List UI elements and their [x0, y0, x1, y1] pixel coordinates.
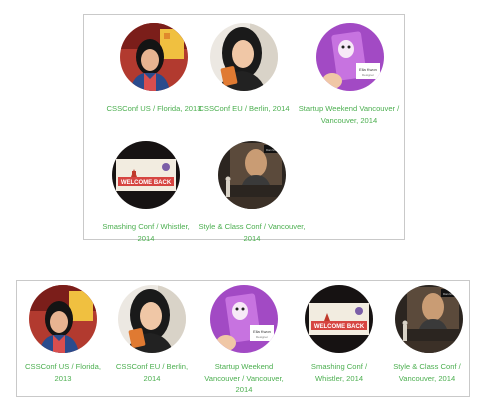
photo-style-class-conf[interactable]: Dan Mall: [218, 141, 286, 209]
conference-card[interactable]: Dan Mall Style & Class Conf / Vancouver,…: [385, 285, 469, 393]
screen-name-text: Dan Mall: [266, 148, 278, 152]
photo-startup-weekend[interactable]: Ella Kwon Designer: [316, 23, 384, 91]
conference-card[interactable]: Ella Kwon Designer Startup Weekend Vanco…: [294, 23, 404, 133]
caption[interactable]: Smashing Conf / Whistler, 2014: [96, 221, 196, 244]
caption[interactable]: Smashing Conf / Whistler, 2014: [297, 361, 381, 384]
photo-speaker-stage: Dan Mall: [395, 285, 463, 353]
photo-woman-smiling: [120, 23, 188, 91]
conference-card[interactable]: Ella Kwon Designer Startup Weekend Vanco…: [199, 285, 289, 397]
photo-welcome-slide: WELCOME BACK: [305, 285, 373, 353]
welcome-slide-text: WELCOME BACK: [121, 180, 172, 186]
card-sub-text: Designer: [256, 335, 268, 339]
screen-name-text: Dan Mall: [443, 292, 455, 296]
gallery-panel-grid: CSSConf US / Florida, 2013 CSSConf EU / …: [83, 14, 405, 243]
gallery-panel-row: CSSConf US / Florida, 2013 CSSConf EU / …: [16, 280, 470, 397]
caption[interactable]: CSSConf US / Florida, 2013: [104, 103, 204, 115]
photo-speaker-stage: Dan Mall: [218, 141, 286, 209]
caption[interactable]: Style & Class Conf / Vancouver, 2014: [194, 221, 310, 244]
caption[interactable]: Startup Weekend Vancouver / Vancouver, 2…: [199, 361, 289, 396]
caption[interactable]: Style & Class Conf / Vancouver, 2014: [385, 361, 469, 384]
photo-woman-holding-card: [210, 23, 278, 91]
photo-woman-smiling: [29, 285, 97, 353]
photo-purple-card: Ella Kwon Designer: [210, 285, 278, 353]
caption[interactable]: CSSConf EU / Berlin, 2014: [194, 103, 294, 115]
caption[interactable]: Startup Weekend Vancouver / Vancouver, 2…: [294, 103, 404, 126]
conference-card[interactable]: Dan Mall Style & Class Conf / Vancouver,…: [194, 141, 310, 243]
photo-cssconf-eu[interactable]: [118, 285, 186, 353]
conference-card[interactable]: CSSConf EU / Berlin, 2014: [194, 23, 294, 127]
welcome-slide-text: WELCOME BACK: [314, 324, 365, 330]
card-name-text: Ella Kwon: [253, 329, 271, 334]
photo-style-class-conf[interactable]: Dan Mall: [395, 285, 463, 353]
photo-smashing-conf[interactable]: WELCOME BACK: [112, 141, 180, 209]
photo-smashing-conf[interactable]: WELCOME BACK: [305, 285, 373, 353]
conference-card[interactable]: WELCOME BACK Smashing Conf / Whistler, 2…: [297, 285, 381, 393]
conference-card[interactable]: CSSConf EU / Berlin, 2014: [110, 285, 194, 393]
card-name-text: Ella Kwon: [359, 67, 377, 72]
photo-purple-card: Ella Kwon Designer: [316, 23, 384, 91]
photo-cssconf-us[interactable]: [120, 23, 188, 91]
caption[interactable]: CSSConf US / Florida, 2013: [21, 361, 105, 384]
conference-card[interactable]: CSSConf US / Florida, 2013: [21, 285, 105, 393]
card-sub-text: Designer: [362, 73, 374, 77]
photo-woman-holding-card: [118, 285, 186, 353]
conference-card[interactable]: CSSConf US / Florida, 2013: [104, 23, 204, 127]
photo-cssconf-us[interactable]: [29, 285, 97, 353]
conference-card[interactable]: WELCOME BACK Smashing Conf / Whistler, 2…: [96, 141, 196, 243]
caption[interactable]: CSSConf EU / Berlin, 2014: [110, 361, 194, 384]
photo-startup-weekend[interactable]: Ella Kwon Designer: [210, 285, 278, 353]
photo-cssconf-eu[interactable]: [210, 23, 278, 91]
photo-welcome-slide: WELCOME BACK: [112, 141, 180, 209]
